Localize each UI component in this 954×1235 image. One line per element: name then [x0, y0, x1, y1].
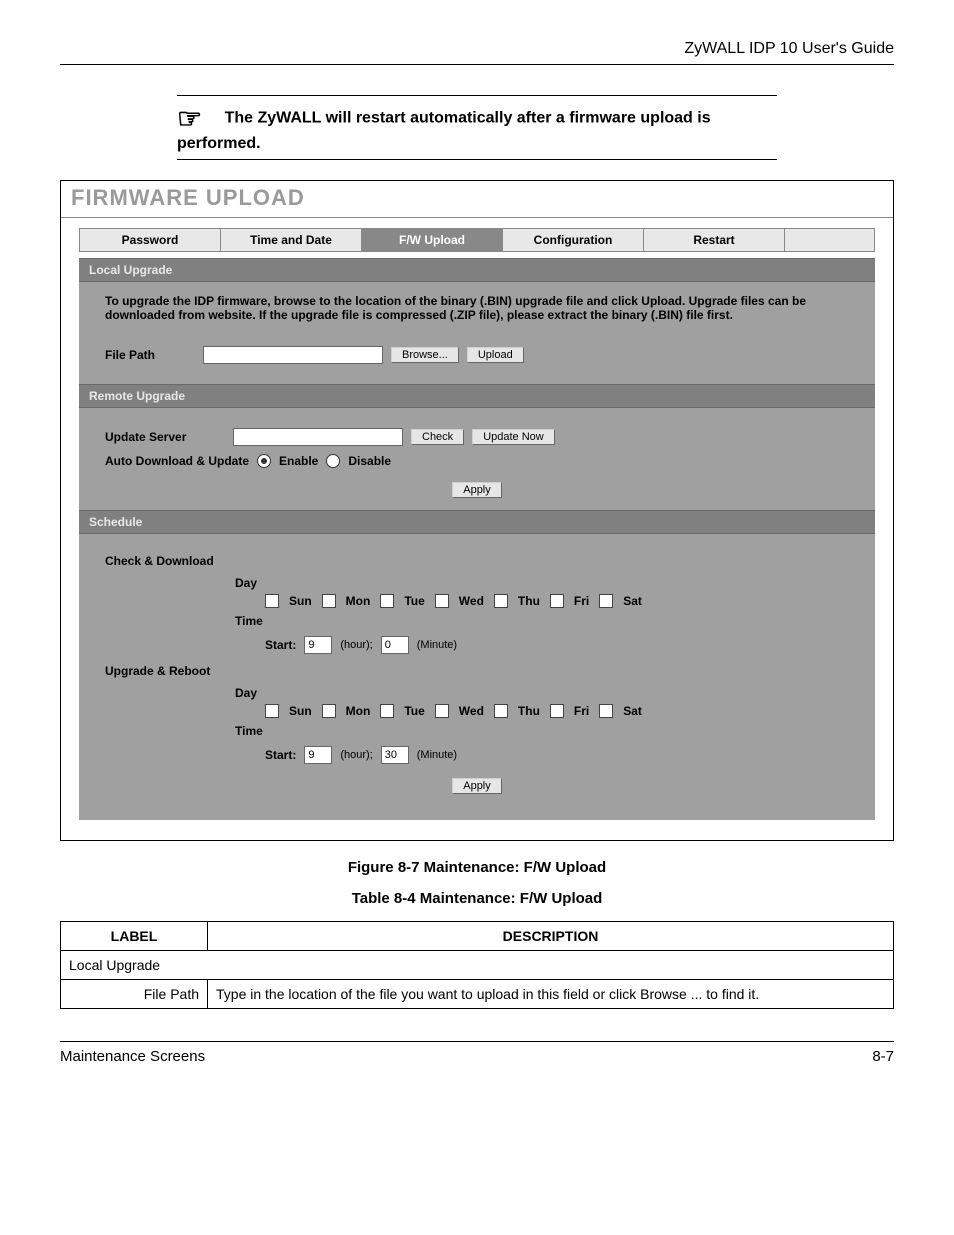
upgrade-sun-checkbox[interactable]: [265, 704, 279, 718]
tab-bar: Password Time and Date F/W Upload Config…: [79, 228, 875, 252]
local-upgrade-help: To upgrade the IDP firmware, browse to t…: [105, 294, 849, 322]
footer-right: 8-7: [872, 1048, 894, 1065]
restart-note: ☞ The ZyWALL will restart automatically …: [177, 95, 777, 160]
auto-enable-label: Enable: [279, 454, 318, 468]
check-download-label: Check & Download: [105, 554, 225, 568]
upgrade-minute-input[interactable]: [381, 746, 409, 764]
upgrade-sat-checkbox[interactable]: [599, 704, 613, 718]
upgrade-fri-checkbox[interactable]: [550, 704, 564, 718]
tab-configuration[interactable]: Configuration: [503, 229, 644, 251]
check-wed-checkbox[interactable]: [435, 594, 449, 608]
day-wed-2: Wed: [459, 704, 484, 718]
tab-password[interactable]: Password: [80, 229, 221, 251]
tab-restart[interactable]: Restart: [644, 229, 785, 251]
remote-apply-button[interactable]: Apply: [452, 482, 502, 498]
upgrade-thu-checkbox[interactable]: [494, 704, 508, 718]
day-sat-2: Sat: [623, 704, 642, 718]
table-row: Local Upgrade: [61, 951, 894, 980]
tab-time-and-date[interactable]: Time and Date: [221, 229, 362, 251]
upgrade-time-label: Time: [235, 724, 849, 738]
table-header-description: DESCRIPTION: [208, 922, 894, 951]
upgrade-hour-unit: (hour);: [340, 749, 372, 761]
check-day-label: Day: [235, 576, 849, 590]
browse-button[interactable]: Browse...: [391, 347, 459, 363]
check-time-label: Time: [235, 614, 849, 628]
upgrade-day-label: Day: [235, 686, 849, 700]
day-sat: Sat: [623, 594, 642, 608]
check-mon-checkbox[interactable]: [322, 594, 336, 608]
table-cell-label: Local Upgrade: [61, 951, 894, 980]
tab-fw-upload[interactable]: F/W Upload: [362, 229, 503, 251]
table-caption: Table 8-4 Maintenance: F/W Upload: [60, 890, 894, 907]
firmware-upload-title: FIRMWARE UPLOAD: [61, 181, 893, 218]
upgrade-reboot-label: Upgrade & Reboot: [105, 664, 225, 678]
upgrade-hour-input[interactable]: [304, 746, 332, 764]
note-text: The ZyWALL will restart automatically af…: [177, 110, 711, 152]
check-hour-input[interactable]: [304, 636, 332, 654]
day-tue-2: Tue: [404, 704, 424, 718]
page-footer: Maintenance Screens 8-7: [60, 1041, 894, 1065]
update-now-button[interactable]: Update Now: [472, 429, 555, 445]
table-row: File Path Type in the location of the fi…: [61, 980, 894, 1009]
check-hour-unit: (hour);: [340, 639, 372, 651]
schedule-header: Schedule: [79, 510, 875, 534]
local-upgrade-header: Local Upgrade: [79, 258, 875, 282]
schedule-apply-button[interactable]: Apply: [452, 778, 502, 794]
day-wed: Wed: [459, 594, 484, 608]
pointing-hand-icon: ☞: [177, 103, 202, 134]
table-cell-desc: Type in the location of the file you wan…: [208, 980, 894, 1009]
check-start-label: Start:: [265, 638, 296, 652]
file-path-label: File Path: [105, 348, 195, 362]
auto-disable-label: Disable: [348, 454, 391, 468]
check-minute-input[interactable]: [381, 636, 409, 654]
check-sat-checkbox[interactable]: [599, 594, 613, 608]
update-server-label: Update Server: [105, 430, 225, 444]
day-thu-2: Thu: [518, 704, 540, 718]
day-fri: Fri: [574, 594, 589, 608]
table-header-label: LABEL: [61, 922, 208, 951]
check-minute-unit: (Minute): [417, 639, 457, 651]
table-cell-label: File Path: [61, 980, 208, 1009]
upgrade-wed-checkbox[interactable]: [435, 704, 449, 718]
figure-caption: Figure 8-7 Maintenance: F/W Upload: [60, 859, 894, 876]
day-mon-2: Mon: [346, 704, 371, 718]
upload-button[interactable]: Upload: [467, 347, 524, 363]
day-fri-2: Fri: [574, 704, 589, 718]
day-mon: Mon: [346, 594, 371, 608]
day-tue: Tue: [404, 594, 424, 608]
spec-table: LABEL DESCRIPTION Local Upgrade File Pat…: [60, 921, 894, 1009]
remote-upgrade-header: Remote Upgrade: [79, 384, 875, 408]
auto-disable-radio[interactable]: [326, 454, 340, 468]
check-sun-checkbox[interactable]: [265, 594, 279, 608]
check-button[interactable]: Check: [411, 429, 464, 445]
check-tue-checkbox[interactable]: [380, 594, 394, 608]
upgrade-mon-checkbox[interactable]: [322, 704, 336, 718]
upgrade-start-label: Start:: [265, 748, 296, 762]
day-sun: Sun: [289, 594, 312, 608]
day-thu: Thu: [518, 594, 540, 608]
day-sun-2: Sun: [289, 704, 312, 718]
file-path-input[interactable]: [203, 346, 383, 364]
check-fri-checkbox[interactable]: [550, 594, 564, 608]
upgrade-tue-checkbox[interactable]: [380, 704, 394, 718]
doc-header: ZyWALL IDP 10 User's Guide: [60, 40, 894, 65]
check-thu-checkbox[interactable]: [494, 594, 508, 608]
auto-enable-radio[interactable]: [257, 454, 271, 468]
upgrade-minute-unit: (Minute): [417, 749, 457, 761]
footer-left: Maintenance Screens: [60, 1048, 205, 1065]
firmware-upload-screenshot: FIRMWARE UPLOAD Password Time and Date F…: [60, 180, 894, 841]
auto-download-label: Auto Download & Update: [105, 454, 249, 468]
update-server-input[interactable]: [233, 428, 403, 446]
